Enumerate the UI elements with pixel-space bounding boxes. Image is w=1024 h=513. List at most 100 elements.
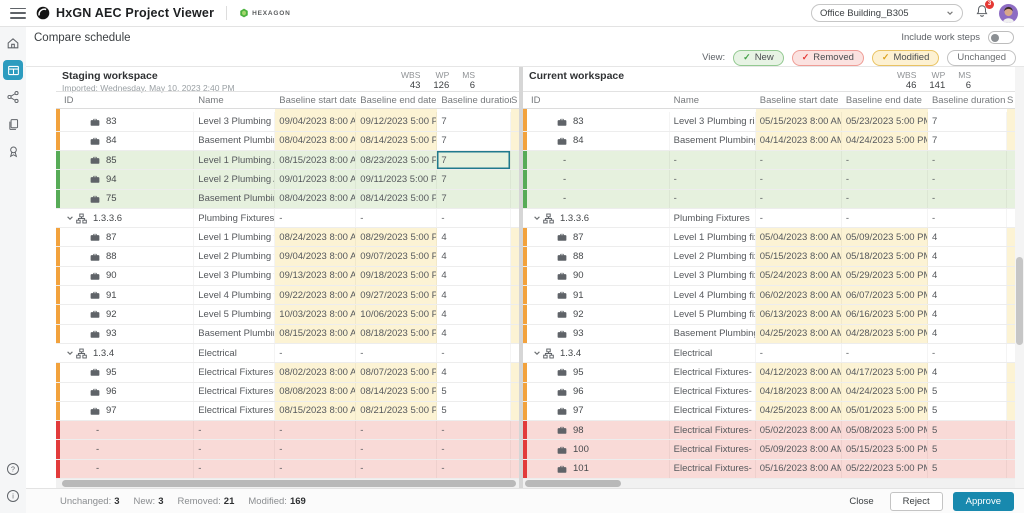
- cell-id[interactable]: 84: [527, 132, 670, 150]
- cell-name[interactable]: Electrical Fixtures- L...: [194, 402, 275, 420]
- cell-baseline-duration[interactable]: -: [437, 460, 511, 478]
- cell-baseline-end[interactable]: 05/23/2023 5:00 PM: [842, 112, 928, 130]
- cell-name[interactable]: -: [670, 151, 756, 169]
- table-row[interactable]: 95Electrical Fixtures- B...04/12/2023 8:…: [523, 363, 1015, 382]
- table-row[interactable]: 84Basement Plumbing ...08/04/2023 8:00 A…: [56, 132, 519, 151]
- cell-name[interactable]: Electrical Fixtures- B...: [194, 363, 275, 381]
- cell-baseline-duration[interactable]: 7: [437, 170, 511, 188]
- cell-id[interactable]: 88: [60, 247, 194, 265]
- cell-baseline-duration[interactable]: 4: [928, 228, 1007, 246]
- cell-baseline-end[interactable]: 08/21/2023 5:00 PM: [356, 402, 437, 420]
- cell-baseline-duration[interactable]: 7: [437, 112, 511, 130]
- cell-id[interactable]: 85: [60, 151, 194, 169]
- table-row[interactable]: 75Basement Plumbing ...08/04/2023 8:00 A…: [56, 190, 519, 209]
- cell-name[interactable]: Basement Plumbing ...: [194, 132, 275, 150]
- cell-id[interactable]: 92: [527, 305, 670, 323]
- cell-name[interactable]: Plumbing Fixtures: [194, 209, 275, 227]
- cell-id[interactable]: 90: [60, 267, 194, 285]
- cell-id[interactable]: 83: [527, 112, 670, 130]
- cell-baseline-start[interactable]: 08/15/2023 8:00 AM: [275, 325, 356, 343]
- cell-name[interactable]: Level 2 Plumbing fixt...: [194, 247, 275, 265]
- cell-name[interactable]: Electrical: [670, 344, 756, 362]
- cell-id[interactable]: 94: [60, 170, 194, 188]
- cell-baseline-duration[interactable]: 4: [928, 267, 1007, 285]
- table-row[interactable]: 96Electrical Fixtures- L...04/18/2023 8:…: [523, 383, 1015, 402]
- chevron-down-icon[interactable]: [533, 349, 541, 357]
- cell-baseline-duration[interactable]: 5: [928, 460, 1007, 478]
- cell-baseline-duration[interactable]: 7: [437, 132, 511, 150]
- cell-name[interactable]: -: [194, 421, 275, 439]
- chevron-down-icon[interactable]: [66, 214, 74, 222]
- cell-name[interactable]: Electrical Fixtures- L...: [670, 460, 756, 478]
- cell-baseline-end[interactable]: -: [356, 440, 437, 458]
- cell-baseline-start[interactable]: 05/04/2023 8:00 AM: [756, 228, 842, 246]
- cell-baseline-start[interactable]: -: [275, 209, 356, 227]
- cell-baseline-end[interactable]: 05/01/2023 5:00 PM: [842, 402, 928, 420]
- table-row[interactable]: 87Level 1 Plumbing fixt...05/04/2023 8:0…: [523, 228, 1015, 247]
- table-row[interactable]: 98Electrical Fixtures- L...05/02/2023 8:…: [523, 421, 1015, 440]
- cell-id[interactable]: 96: [527, 383, 670, 401]
- cell-baseline-duration[interactable]: 4: [437, 325, 511, 343]
- cell-name[interactable]: Electrical Fixtures- L...: [670, 440, 756, 458]
- filter-chip-removed[interactable]: ✓ Removed: [792, 50, 864, 66]
- cell-baseline-duration[interactable]: 5: [928, 402, 1007, 420]
- cell-baseline-duration[interactable]: 7: [437, 190, 511, 208]
- cell-name[interactable]: Basement Plumbing ...: [194, 190, 275, 208]
- cell-baseline-start[interactable]: -: [756, 344, 842, 362]
- cell-name[interactable]: Level 5 Plumbing fixt...: [670, 305, 756, 323]
- table-row[interactable]: 97Electrical Fixtures- L...04/25/2023 8:…: [523, 402, 1015, 421]
- sidebar-item-compare-schedule[interactable]: [3, 60, 23, 80]
- cell-name[interactable]: Level 4 Plumbing fixt...: [194, 286, 275, 304]
- cell-name[interactable]: Level 3 Plumbing fixt...: [670, 267, 756, 285]
- cell-baseline-end[interactable]: 09/07/2023 5:00 PM: [356, 247, 437, 265]
- reject-button[interactable]: Reject: [890, 492, 943, 511]
- cell-name[interactable]: -: [670, 170, 756, 188]
- cell-id[interactable]: -: [60, 421, 194, 439]
- cell-baseline-end[interactable]: 09/27/2023 5:00 PM: [356, 286, 437, 304]
- cell-baseline-end[interactable]: 09/18/2023 5:00 PM: [356, 267, 437, 285]
- table-row[interactable]: 1.3.3.6Plumbing Fixtures---: [523, 209, 1015, 228]
- cell-baseline-duration[interactable]: 7: [928, 132, 1007, 150]
- cell-id[interactable]: 83: [60, 112, 194, 130]
- cell-id[interactable]: 93: [60, 325, 194, 343]
- table-row[interactable]: 84Basement Plumbing ...04/14/2023 8:00 A…: [523, 132, 1015, 151]
- cell-baseline-end[interactable]: -: [356, 344, 437, 362]
- cell-baseline-duration[interactable]: -: [928, 151, 1007, 169]
- cell-baseline-duration[interactable]: 4: [928, 286, 1007, 304]
- cell-baseline-start[interactable]: 08/04/2023 8:00 AM: [275, 132, 356, 150]
- cell-name[interactable]: Level 1 Plumbing fixt...: [670, 228, 756, 246]
- cell-baseline-start[interactable]: 04/25/2023 8:00 AM: [756, 402, 842, 420]
- table-row[interactable]: -----: [56, 421, 519, 440]
- cell-baseline-start[interactable]: 04/14/2023 8:00 AM: [756, 132, 842, 150]
- table-row[interactable]: 101Electrical Fixtures- L...05/16/2023 8…: [523, 460, 1015, 479]
- cell-baseline-end[interactable]: -: [842, 151, 928, 169]
- cell-id[interactable]: 1.3.3.6: [60, 209, 194, 227]
- cell-baseline-end[interactable]: 08/07/2023 5:00 PM: [356, 363, 437, 381]
- table-row[interactable]: 1.3.4Electrical---: [523, 344, 1015, 363]
- cell-baseline-duration[interactable]: 4: [928, 305, 1007, 323]
- cell-baseline-end[interactable]: 05/18/2023 5:00 PM: [842, 247, 928, 265]
- cell-baseline-end[interactable]: 04/17/2023 5:00 PM: [842, 363, 928, 381]
- cell-id[interactable]: -: [527, 190, 670, 208]
- cell-baseline-end[interactable]: -: [356, 209, 437, 227]
- cell-baseline-start[interactable]: 04/18/2023 8:00 AM: [756, 383, 842, 401]
- cell-name[interactable]: Basement Plumbing ...: [670, 325, 756, 343]
- cell-id[interactable]: 1.3.3.6: [527, 209, 670, 227]
- cell-id[interactable]: 91: [527, 286, 670, 304]
- table-row[interactable]: 94Level 2 Plumbing Ac...09/01/2023 8:00 …: [56, 170, 519, 189]
- table-row[interactable]: 1.3.3.6Plumbing Fixtures---: [56, 209, 519, 228]
- vscrollbar-thumb[interactable]: [1016, 257, 1023, 345]
- cell-baseline-start[interactable]: 04/25/2023 8:00 AM: [756, 325, 842, 343]
- cell-baseline-duration[interactable]: -: [928, 170, 1007, 188]
- cell-baseline-start[interactable]: 05/15/2023 8:00 AM: [756, 112, 842, 130]
- filter-chip-unchanged[interactable]: Unchanged: [947, 50, 1016, 66]
- table-row[interactable]: 90Level 3 Plumbing fixt...05/24/2023 8:0…: [523, 267, 1015, 286]
- cell-baseline-duration[interactable]: 7: [437, 151, 511, 169]
- cell-baseline-end[interactable]: 09/11/2023 5:00 PM: [356, 170, 437, 188]
- table-row[interactable]: 92Level 5 Plumbing fixt...10/03/2023 8:0…: [56, 305, 519, 324]
- cell-baseline-start[interactable]: -: [275, 440, 356, 458]
- cell-baseline-start[interactable]: 08/15/2023 8:00 AM: [275, 402, 356, 420]
- cell-baseline-end[interactable]: 04/24/2023 5:00 PM: [842, 132, 928, 150]
- cell-name[interactable]: Level 1 Plumbing fixt...: [194, 228, 275, 246]
- hscrollbar-thumb[interactable]: [62, 480, 516, 487]
